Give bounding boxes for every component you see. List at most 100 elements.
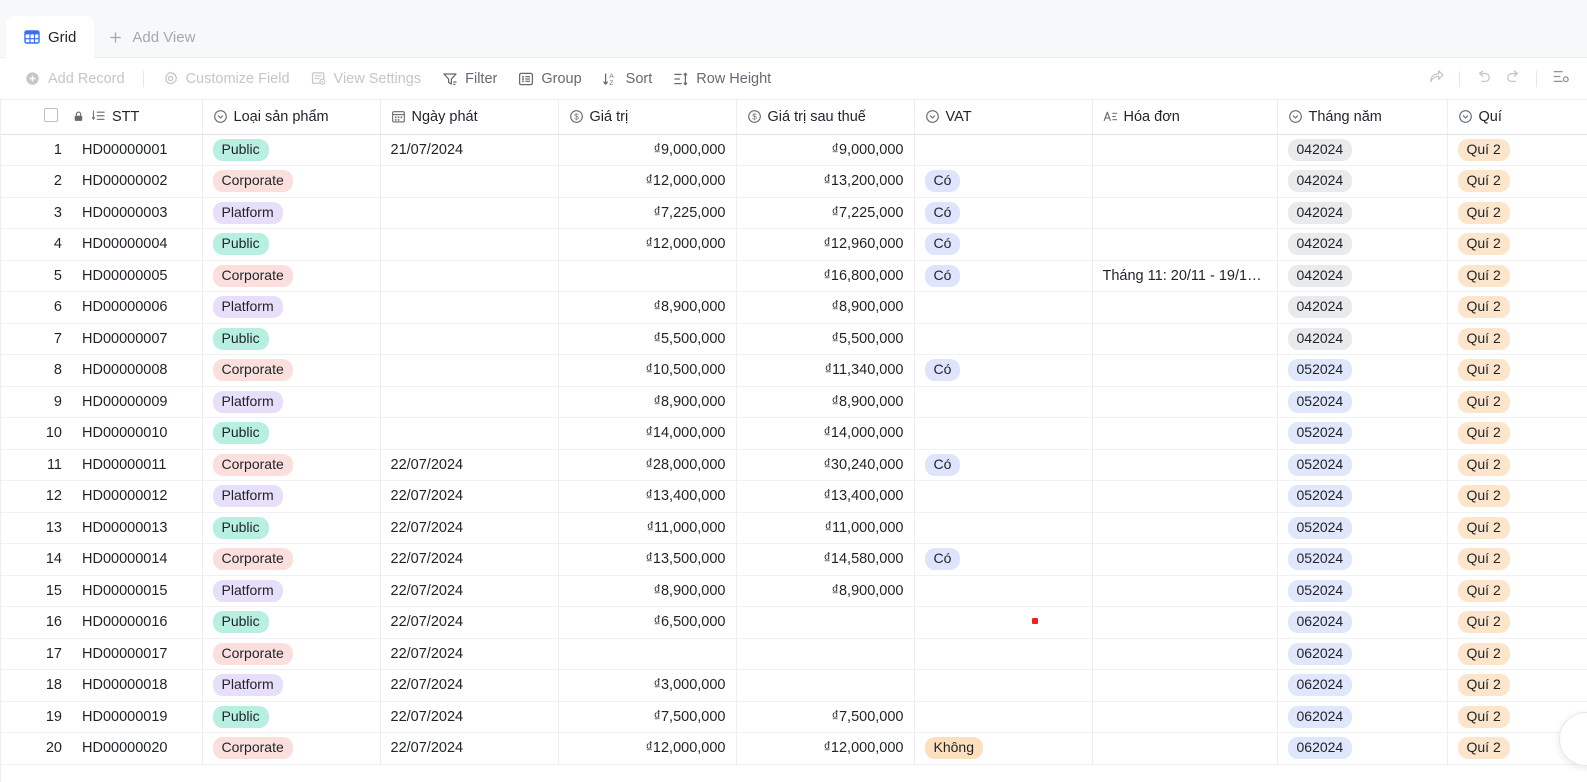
cell-gia-tri[interactable]: ₫5,500,000 xyxy=(558,323,737,355)
cell-qui[interactable]: Quí 2 xyxy=(1447,197,1587,229)
cell-ngay-phat[interactable]: 22/07/2024 xyxy=(380,701,559,733)
cell-thang-nam[interactable]: 062024 xyxy=(1277,732,1448,765)
table-row[interactable]: 16 HD00000016 Public 22/07/2024 ₫6,500,000 06… xyxy=(0,606,1587,639)
table-row[interactable]: 8 HD00000008 Corporate ₫10,500,000 ₫11,340,0… xyxy=(0,354,1587,387)
cell-gia-tri[interactable]: ₫8,900,000 xyxy=(558,291,737,324)
cell-thang-nam[interactable]: 052024 xyxy=(1277,354,1448,387)
cell-loai-san-pham[interactable]: Public xyxy=(202,417,381,450)
cell-loai-san-pham[interactable]: Platform xyxy=(202,575,381,607)
table-row[interactable]: 12 HD00000012 Platform 22/07/2024 ₫13,400,00… xyxy=(0,480,1587,513)
cell-loai-san-pham[interactable]: Corporate xyxy=(202,638,381,670)
cell-hoa-don[interactable]: Tháng 11: 20/11 - 19/1… xyxy=(1092,260,1278,292)
row-number[interactable]: 3 xyxy=(0,197,72,229)
cell-stt[interactable]: HD00000016 xyxy=(72,606,203,639)
cell-gia-tri[interactable]: ₫28,000,000 xyxy=(558,449,737,481)
row-number[interactable]: 10 xyxy=(0,417,72,450)
cell-gia-tri-sau-thue[interactable]: ₫8,900,000 xyxy=(736,386,915,418)
row-number[interactable]: 18 xyxy=(0,669,72,702)
cell-stt[interactable]: HD00000009 xyxy=(72,386,203,418)
cell-hoa-don[interactable] xyxy=(1092,291,1278,324)
cell-hoa-don[interactable] xyxy=(1092,701,1278,733)
grid-container[interactable]: STT Loại sản phẩm Ngày phát $ Giá trị $ … xyxy=(0,100,1587,782)
cell-vat[interactable]: Không xyxy=(914,732,1093,765)
cell-loai-san-pham[interactable]: Corporate xyxy=(202,732,381,765)
row-number[interactable]: 16 xyxy=(0,606,72,639)
cell-qui[interactable]: Quí 2 xyxy=(1447,354,1587,387)
cell-ngay-phat[interactable]: 22/07/2024 xyxy=(380,606,559,639)
table-row[interactable]: 18 HD00000018 Platform 22/07/2024 ₫3,000,000… xyxy=(0,669,1587,702)
cell-vat[interactable]: Có xyxy=(914,449,1093,481)
cell-stt[interactable]: HD00000005 xyxy=(72,260,203,292)
cell-loai-san-pham[interactable]: Public xyxy=(202,512,381,544)
sort-button[interactable]: A Z Sort xyxy=(592,65,663,93)
cell-gia-tri[interactable]: ₫12,000,000 xyxy=(558,165,737,198)
cell-gia-tri-sau-thue[interactable]: ₫16,800,000 xyxy=(736,260,915,292)
row-number[interactable]: 15 xyxy=(0,575,72,607)
cell-vat[interactable] xyxy=(914,701,1093,733)
cell-stt[interactable]: HD00000012 xyxy=(72,480,203,513)
cell-ngay-phat[interactable]: 22/07/2024 xyxy=(380,543,559,576)
cell-qui[interactable]: Quí 2 xyxy=(1447,638,1587,670)
cell-gia-tri[interactable]: ₫7,225,000 xyxy=(558,197,737,229)
cell-gia-tri-sau-thue[interactable]: ₫5,500,000 xyxy=(736,323,915,355)
cell-gia-tri-sau-thue[interactable]: ₫13,200,000 xyxy=(736,165,915,198)
cell-hoa-don[interactable] xyxy=(1092,386,1278,418)
cell-gia-tri-sau-thue[interactable]: ₫12,960,000 xyxy=(736,228,915,261)
customize-field-button[interactable]: Customize Field xyxy=(152,65,300,93)
cell-ngay-phat[interactable] xyxy=(380,386,559,418)
cell-qui[interactable]: Quí 2 xyxy=(1447,449,1587,481)
cell-qui[interactable]: Quí 2 xyxy=(1447,323,1587,355)
cell-qui[interactable]: Quí 2 xyxy=(1447,543,1587,576)
table-row[interactable]: 3 HD00000003 Platform ₫7,225,000 ₫7,225,000 C… xyxy=(0,197,1587,229)
cell-thang-nam[interactable]: 062024 xyxy=(1277,606,1448,639)
cell-ngay-phat[interactable]: 22/07/2024 xyxy=(380,480,559,513)
cell-vat[interactable]: Có xyxy=(914,260,1093,292)
cell-thang-nam[interactable]: 042024 xyxy=(1277,228,1448,261)
cell-ngay-phat[interactable] xyxy=(380,197,559,229)
view-tab-add-view[interactable]: Add View xyxy=(94,16,213,58)
cell-ngay-phat[interactable] xyxy=(380,323,559,355)
cell-thang-nam[interactable]: 052024 xyxy=(1277,543,1448,576)
cell-ngay-phat[interactable]: 21/07/2024 xyxy=(380,134,559,166)
table-row[interactable]: 9 HD00000009 Platform ₫8,900,000 ₫8,900,000 0… xyxy=(0,386,1587,418)
cell-ngay-phat[interactable] xyxy=(380,291,559,324)
cell-thang-nam[interactable]: 042024 xyxy=(1277,260,1448,292)
header-stt[interactable]: STT xyxy=(72,100,203,135)
cell-gia-tri-sau-thue[interactable]: ₫13,400,000 xyxy=(736,480,915,513)
cell-gia-tri-sau-thue[interactable]: ₫7,500,000 xyxy=(736,701,915,733)
select-all-checkbox[interactable] xyxy=(44,107,58,122)
cell-hoa-don[interactable] xyxy=(1092,449,1278,481)
cell-gia-tri[interactable]: ₫8,900,000 xyxy=(558,386,737,418)
row-number[interactable]: 17 xyxy=(0,638,72,670)
cell-loai-san-pham[interactable]: Corporate xyxy=(202,449,381,481)
cell-stt[interactable]: HD00000003 xyxy=(72,197,203,229)
cell-hoa-don[interactable] xyxy=(1092,543,1278,576)
cell-gia-tri-sau-thue[interactable]: ₫14,580,000 xyxy=(736,543,915,576)
table-row[interactable]: 10 HD00000010 Public ₫14,000,000 ₫14,000,000… xyxy=(0,417,1587,450)
table-row[interactable]: 5 HD00000005 Corporate ₫16,800,000 Có Tháng 1… xyxy=(0,260,1587,292)
cell-gia-tri[interactable] xyxy=(558,638,737,670)
cell-hoa-don[interactable] xyxy=(1092,417,1278,450)
cell-qui[interactable]: Quí 2 xyxy=(1447,575,1587,607)
cell-stt[interactable]: HD00000019 xyxy=(72,701,203,733)
row-number[interactable]: 8 xyxy=(0,354,72,387)
cell-qui[interactable]: Quí 2 xyxy=(1447,291,1587,324)
cell-hoa-don[interactable] xyxy=(1092,197,1278,229)
cell-qui[interactable]: Quí 2 xyxy=(1447,606,1587,639)
cell-stt[interactable]: HD00000010 xyxy=(72,417,203,450)
cell-loai-san-pham[interactable]: Platform xyxy=(202,480,381,513)
cell-gia-tri[interactable]: ₫10,500,000 xyxy=(558,354,737,387)
cell-thang-nam[interactable]: 042024 xyxy=(1277,291,1448,324)
cell-qui[interactable]: Quí 2 xyxy=(1447,417,1587,450)
cell-vat[interactable]: Có xyxy=(914,354,1093,387)
view-tab-grid[interactable]: Grid xyxy=(6,16,95,58)
cell-stt[interactable]: HD00000020 xyxy=(72,732,203,765)
cell-loai-san-pham[interactable]: Public xyxy=(202,134,381,166)
row-number[interactable]: 12 xyxy=(0,480,72,513)
row-number[interactable]: 6 xyxy=(0,291,72,324)
cell-stt[interactable]: HD00000013 xyxy=(72,512,203,544)
table-row[interactable]: 2 HD00000002 Corporate ₫12,000,000 ₫13,200,0… xyxy=(0,165,1587,198)
cell-ngay-phat[interactable] xyxy=(380,228,559,261)
cell-hoa-don[interactable] xyxy=(1092,638,1278,670)
cell-gia-tri-sau-thue[interactable]: ₫11,000,000 xyxy=(736,512,915,544)
